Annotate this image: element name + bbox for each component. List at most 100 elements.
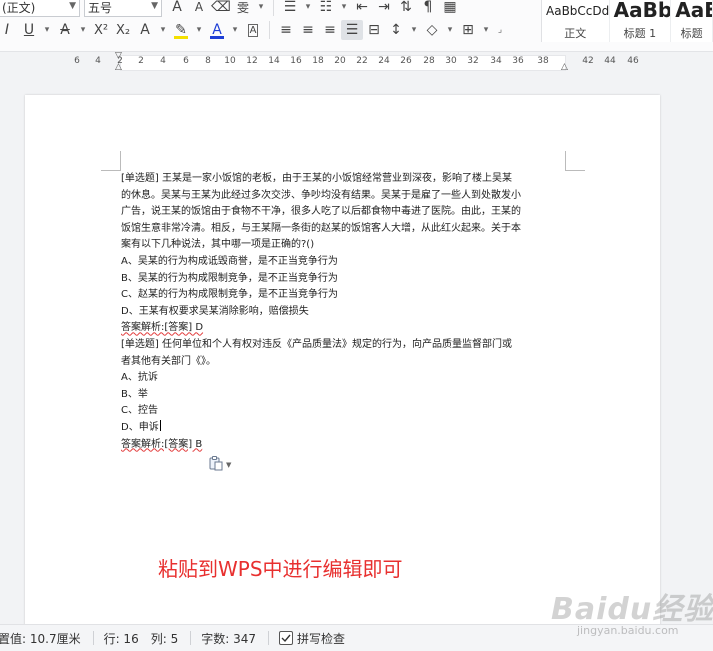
document-body[interactable]: [单选题] 王某是一家小饭馆的老板，由于王某的小饭馆经常营业到深夜，影响了楼上吴… (121, 171, 567, 453)
text-effect-dropdown[interactable]: ▾ (156, 20, 170, 40)
doc-line: 案有以下几种说法，其中哪一项是正确的?() (121, 239, 315, 251)
paste-options-button[interactable]: ▼ (208, 455, 231, 471)
style-sample: AaBbCcDd (546, 4, 610, 18)
increase-indent-button[interactable]: ⇥ (373, 0, 395, 17)
shading-button[interactable]: ◇ (421, 20, 443, 40)
font-color-swatch (210, 36, 224, 39)
chevron-down-icon: ▾ (258, 2, 264, 12)
subscript-button[interactable]: X₂ (112, 20, 134, 40)
document-page[interactable]: [单选题] 王某是一家小饭馆的老板，由于王某的小饭馆经常营业到深夜，影响了楼上吴… (25, 95, 660, 651)
strikethrough-dropdown[interactable]: ▾ (76, 20, 90, 40)
align-center-button[interactable]: ≡ (297, 20, 319, 40)
shading-dropdown[interactable]: ▾ (443, 20, 457, 40)
horizontal-ruler[interactable]: 6 4 2 2 4 6 8 10 12 14 16 18 20 22 24 26 28 30 32 34 36 38 42 4… (0, 52, 713, 74)
underline-dropdown[interactable]: ▾ (40, 20, 54, 40)
grid-icon: ▦ (443, 0, 457, 15)
borders-button[interactable]: ⊞ (457, 20, 479, 40)
style-heading-1[interactable]: AaBb 标题 1 (610, 0, 672, 42)
underline-button[interactable]: U (18, 20, 40, 40)
ruler-number: 10 (224, 56, 236, 66)
align-right-button[interactable]: ≡ (319, 20, 341, 40)
ruler-number: 4 (95, 56, 101, 66)
bullets-dropdown[interactable]: ▾ (301, 0, 315, 17)
decrease-indent-button[interactable]: ⇤ (351, 0, 373, 17)
chevron-down-icon: ▾ (44, 25, 50, 35)
ribbon-toolbar: (正文) ▼ 五号 ▼ A A ⌫ 雯 ▾ ☰ ▾ ☷ ▾ ⇤ ⇥ ⇅ ¶ ▦ … (0, 0, 713, 52)
show-marks-button[interactable]: ¶ (417, 0, 439, 17)
red-caption: 粘贴到WPS中进行编辑即可 (158, 557, 403, 581)
doc-line: [单选题] 任何单位和个人有权对违反《产品质量法》规定的行为，向产品质量监督部门… (121, 338, 512, 350)
chevron-down-icon: ▾ (160, 25, 166, 35)
line-spacing-icon: ↕ (390, 22, 402, 38)
table-grid-button[interactable]: ▦ (439, 0, 461, 17)
numbering-button[interactable]: ☷ (315, 0, 337, 17)
paragraph-settings-launcher[interactable]: ⌟ (493, 20, 507, 40)
superscript-button[interactable]: X² (90, 20, 112, 40)
doc-line: B、举 (121, 388, 148, 400)
font-size-combo[interactable]: 五号 ▼ (84, 0, 162, 17)
align-left-button[interactable]: ≡ (275, 20, 297, 40)
strikethrough-button[interactable]: A (54, 20, 76, 40)
line-spacing-dropdown[interactable]: ▾ (407, 20, 421, 40)
margin-corner-mark (565, 151, 585, 171)
chevron-down-icon: ▾ (341, 2, 347, 12)
toolbar-row-format: I U ▾ A ▾ X² X₂ A ▾ ✎ ▾ A ▾ A ≡ ≡ ≡ ☰ ⊟ … (0, 19, 507, 41)
chevron-down-icon: ▼ (69, 1, 76, 11)
style-sample: AaBb (613, 0, 672, 22)
style-normal[interactable]: AaBbCcDd 正文 (542, 0, 610, 42)
distributed-button[interactable]: ⊟ (363, 20, 385, 40)
chevron-down-icon: ▾ (411, 25, 417, 35)
style-name: 标题 1 (623, 27, 657, 40)
font-color-dropdown[interactable]: ▾ (228, 20, 242, 40)
phonetic-button[interactable]: 雯 (232, 0, 254, 17)
ruler-number: 12 (246, 56, 258, 66)
ruler-number: 2 (138, 56, 144, 66)
highlight-color-swatch (174, 36, 188, 39)
grow-font-button[interactable]: A (166, 0, 188, 17)
ruler-number: 32 (467, 56, 479, 66)
watermark-url: jingyan.baidu.com (577, 624, 679, 637)
sort-button[interactable]: ⇅ (395, 0, 417, 17)
subscript-icon: X₂ (115, 22, 131, 38)
ruler-number: 38 (537, 56, 549, 66)
ruler-number: 42 (582, 56, 594, 66)
hanging-indent-marker[interactable]: △ (115, 63, 122, 72)
phonetic-dropdown[interactable]: ▾ (254, 0, 268, 17)
font-color-button[interactable]: A (206, 20, 228, 40)
chevron-down-icon: ▾ (80, 25, 86, 35)
highlight-dropdown[interactable]: ▾ (192, 20, 206, 40)
watermark-logo-text: Baidu经验 (551, 592, 713, 627)
numbering-dropdown[interactable]: ▾ (337, 0, 351, 17)
paragraph-mark-icon: ¶ (423, 0, 433, 15)
status-column: 列: 5 (150, 631, 179, 646)
first-line-indent-marker[interactable]: ▽ (115, 52, 122, 61)
chevron-down-icon: ▾ (232, 25, 238, 35)
spellcheck-toggle[interactable]: 拼写检查 (278, 630, 345, 647)
text-effect-button[interactable]: A (134, 20, 156, 40)
highlight-button[interactable]: ✎ (170, 20, 192, 40)
justify-button[interactable]: ☰ (341, 20, 363, 40)
status-word-count[interactable]: 字数: 347 (201, 630, 256, 647)
grow-font-icon: A (172, 0, 182, 15)
separator (92, 631, 94, 645)
bullets-button[interactable]: ☰ (279, 0, 301, 17)
italic-button[interactable]: I (0, 20, 18, 40)
separator (267, 631, 269, 645)
clear-format-button[interactable]: ⌫ (210, 0, 232, 17)
doc-line: A、吴某的行为构成诋毁商誉，是不正当竞争行为 (121, 255, 338, 267)
borders-dropdown[interactable]: ▾ (479, 20, 493, 40)
shrink-font-button[interactable]: A (188, 0, 210, 17)
right-indent-marker[interactable]: △ (561, 63, 568, 72)
indent-icon: ⇥ (378, 0, 390, 15)
underline-icon: U (23, 22, 35, 38)
char-border-button[interactable]: A (242, 20, 264, 40)
distributed-align-icon: ⊟ (368, 22, 380, 38)
line-spacing-button[interactable]: ↕ (385, 20, 407, 40)
ruler-number: 6 (74, 56, 80, 66)
ruler-number: 36 (512, 56, 524, 66)
doc-line: [单选题] 王某是一家小饭馆的老板，由于王某的小饭馆经常营业到深夜，影响了楼上吴… (121, 173, 512, 184)
style-heading[interactable]: AaE 标题 (671, 0, 713, 42)
style-combo[interactable]: (正文) ▼ (0, 0, 80, 17)
ruler-number: 30 (445, 56, 457, 66)
doc-line: 答案解析:[答案] B (121, 438, 203, 450)
